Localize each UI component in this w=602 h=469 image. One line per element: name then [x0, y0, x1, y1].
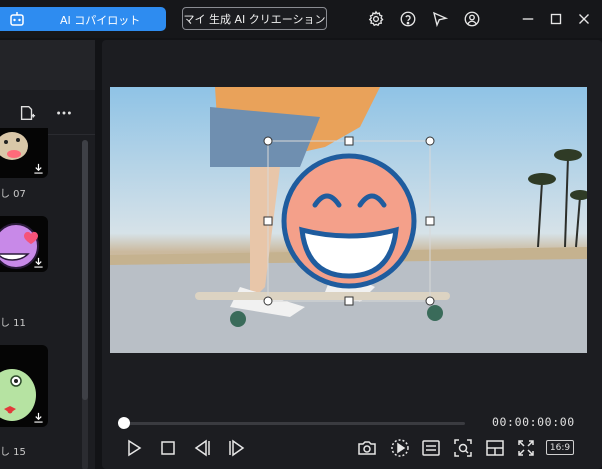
- previous-frame-button[interactable]: [192, 437, 214, 459]
- maximize-icon[interactable]: [546, 9, 566, 29]
- timeline-playhead[interactable]: [118, 417, 130, 429]
- panel-header: [0, 40, 95, 90]
- robot-icon: [10, 12, 24, 26]
- smiley-emoji-sticker[interactable]: [281, 153, 417, 289]
- new-folder-icon[interactable]: [18, 104, 36, 122]
- fullscreen-icon: [518, 440, 534, 456]
- sticker-library-panel: し 07 し 11 し 15: [0, 40, 95, 469]
- scrollbar[interactable]: [82, 140, 88, 469]
- more-options-icon[interactable]: [55, 104, 73, 122]
- minimize-icon[interactable]: [518, 9, 538, 29]
- previous-frame-icon: [194, 439, 210, 457]
- ai-copilot-label: AI コパイロット: [60, 14, 141, 27]
- zoom-button[interactable]: [452, 437, 474, 459]
- sticker-label: し 07: [0, 189, 26, 200]
- render-preview-button[interactable]: [389, 437, 411, 459]
- gear-icon[interactable]: [366, 9, 386, 29]
- play-button[interactable]: [123, 437, 145, 459]
- close-icon[interactable]: [574, 9, 594, 29]
- snapshot-button[interactable]: [356, 437, 378, 459]
- sticker-label: し 15: [0, 447, 26, 458]
- sticker-card-07[interactable]: [0, 128, 48, 178]
- download-icon[interactable]: [33, 412, 44, 423]
- layout-button[interactable]: [484, 437, 506, 459]
- layout-icon: [486, 440, 504, 456]
- sticker-card-11[interactable]: [0, 216, 48, 272]
- next-frame-button[interactable]: [225, 437, 247, 459]
- megaphone-icon[interactable]: [430, 9, 450, 29]
- sticker-card-15[interactable]: [0, 345, 48, 427]
- stop-icon: [161, 441, 175, 455]
- aspect-ratio-button[interactable]: 16:9: [546, 440, 574, 455]
- display-settings-button[interactable]: [420, 437, 442, 459]
- playback-timeline[interactable]: [120, 422, 465, 425]
- scrollbar-thumb[interactable]: [82, 140, 88, 400]
- account-icon[interactable]: [462, 9, 482, 29]
- fullscreen-button[interactable]: [515, 437, 537, 459]
- video-preview[interactable]: [110, 87, 587, 353]
- play-icon: [128, 439, 142, 457]
- sticker-label: し 11: [0, 318, 26, 329]
- download-icon[interactable]: [33, 257, 44, 268]
- display-settings-icon: [422, 440, 440, 456]
- help-icon[interactable]: [398, 9, 418, 29]
- zoom-icon: [454, 439, 472, 457]
- render-preview-icon: [391, 439, 409, 457]
- snapshot-icon: [358, 441, 376, 455]
- my-ai-creation-button[interactable]: マイ 生成 AI クリエーション: [182, 7, 327, 30]
- ai-copilot-button[interactable]: AI コパイロット: [0, 7, 166, 31]
- download-icon[interactable]: [33, 163, 44, 174]
- stop-button[interactable]: [157, 437, 179, 459]
- timecode-display: 00:00:00:00: [492, 415, 575, 429]
- top-bar: AI コパイロット マイ 生成 AI クリエーション: [0, 0, 602, 38]
- next-frame-icon: [229, 439, 245, 457]
